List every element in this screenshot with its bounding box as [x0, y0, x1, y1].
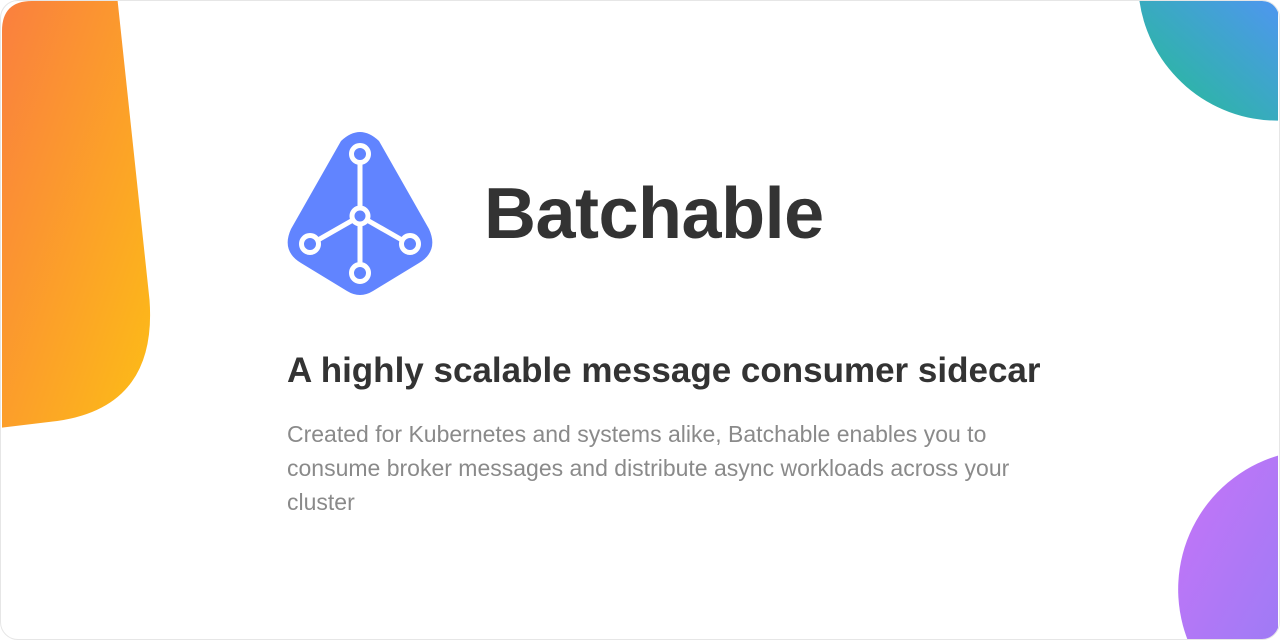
description: Created for Kubernetes and systems alike… — [287, 421, 1010, 515]
tagline: A highly scalable message consumer sidec… — [287, 351, 1041, 390]
brand-title: Batchable — [484, 174, 824, 254]
teal-shape — [1139, 1, 1278, 121]
decorative-shapes — [2, 1, 1278, 639]
batchable-logo-icon — [287, 132, 433, 295]
purple-shape — [1178, 455, 1278, 639]
orange-shape — [2, 1, 151, 428]
banner-card: Batchable A highly scalable message cons… — [0, 0, 1280, 640]
